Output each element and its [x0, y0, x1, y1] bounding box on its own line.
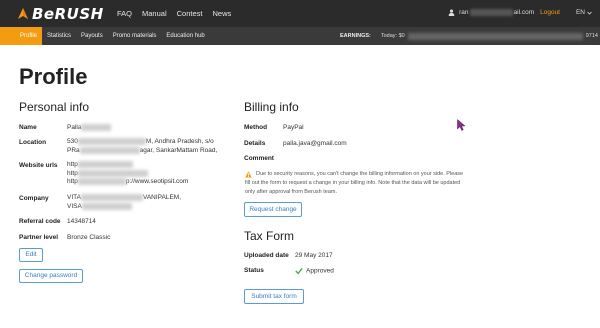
billing-info-heading: Billing info: [244, 100, 299, 114]
website-url-2[interactable]: http: [67, 169, 237, 179]
nav-manual[interactable]: Manual: [142, 9, 167, 18]
logout-link[interactable]: Logout: [540, 9, 560, 16]
chevron-down-icon: [587, 11, 592, 15]
language-label: EN: [575, 9, 585, 16]
nav-contest[interactable]: Contest: [177, 9, 203, 18]
personal-info-heading: Personal info: [19, 100, 90, 114]
referral-code-value: 14348714: [67, 218, 96, 225]
tab-promo-materials[interactable]: Promo materials: [108, 27, 162, 45]
website-urls-label: Website urls: [19, 162, 58, 169]
user-icon: [448, 9, 455, 16]
details-label: Details: [244, 140, 266, 147]
website-url-1[interactable]: http: [67, 161, 237, 170]
nav-news[interactable]: News: [212, 9, 231, 18]
earnings-summary: EARNINGS: Today: $0 9714: [340, 27, 598, 45]
user-email-start: ran: [459, 9, 469, 16]
redacted-earnings: [407, 32, 583, 40]
berush-logo[interactable]: BeRUSH: [15, 4, 104, 23]
website-url-3[interactable]: http p://www.seotipsit.com: [67, 178, 237, 187]
uploaded-date-label: Uploaded date: [244, 252, 289, 259]
edit-button[interactable]: Edit: [19, 248, 43, 262]
partner-level-label: Partner level: [19, 234, 59, 241]
location-label: Location: [19, 139, 47, 146]
tab-statistics[interactable]: Statistics: [42, 27, 76, 45]
earnings-tail: 9714: [585, 33, 598, 39]
tab-payouts[interactable]: Payouts: [76, 27, 108, 45]
submit-tax-form-button[interactable]: Submit tax form: [244, 289, 304, 304]
partner-level-value: Bronze Classic: [67, 234, 111, 241]
sub-navbar: Profile Statistics Payouts Promo materia…: [0, 27, 600, 45]
website-urls-value: http http http p://www.seotipsit.com: [67, 161, 237, 187]
request-change-button[interactable]: Request change: [244, 202, 302, 217]
nav-faq[interactable]: FAQ: [117, 9, 132, 18]
earnings-label: EARNINGS:: [340, 33, 371, 39]
user-menu: ran ail.com Logout: [448, 9, 560, 16]
status-value: Approved: [295, 267, 334, 276]
mouse-cursor-icon: [457, 119, 466, 131]
billing-notice: Due to security reasons, you can't chang…: [245, 171, 464, 195]
method-label: Method: [244, 124, 268, 131]
check-icon: [295, 267, 303, 275]
page-title: Profile: [19, 64, 88, 89]
tab-profile[interactable]: Profile: [0, 27, 43, 45]
tab-education-hub[interactable]: Education hub: [161, 27, 209, 45]
uploaded-date-value: 29 May 2017: [295, 252, 333, 259]
status-label: Status: [244, 267, 264, 274]
comment-label: Comment: [244, 155, 274, 162]
referral-code-label: Referral code: [19, 218, 61, 225]
user-email-end: ail.com: [513, 9, 535, 16]
earnings-today: Today: $0: [380, 33, 405, 39]
top-nav-links: FAQ Manual Contest News: [117, 9, 231, 18]
language-selector[interactable]: EN: [576, 9, 592, 16]
section-tabs: Profile Statistics Payouts Promo materia…: [0, 27, 210, 45]
company-value: VITA VANIPALEM, VISA: [67, 194, 182, 210]
redacted-email: [469, 9, 513, 16]
top-navbar: BeRUSH FAQ Manual Contest News ran ail.c…: [0, 0, 600, 27]
change-password-button[interactable]: Change password: [19, 269, 83, 283]
name-label: Name: [19, 124, 37, 131]
name-value: Palla: [67, 124, 112, 133]
location-value: 530 M, Andhra Pradesh, s/o PRa agar, Sanka…: [67, 138, 218, 154]
rocket-logo-icon: [18, 7, 28, 19]
company-label: Company: [19, 195, 49, 202]
tax-form-heading: Tax Form: [244, 229, 295, 243]
brand-name: BeRUSH: [32, 4, 104, 23]
method-value: PayPal: [283, 124, 304, 131]
details-value: palla.java@gmail.com: [283, 140, 347, 147]
